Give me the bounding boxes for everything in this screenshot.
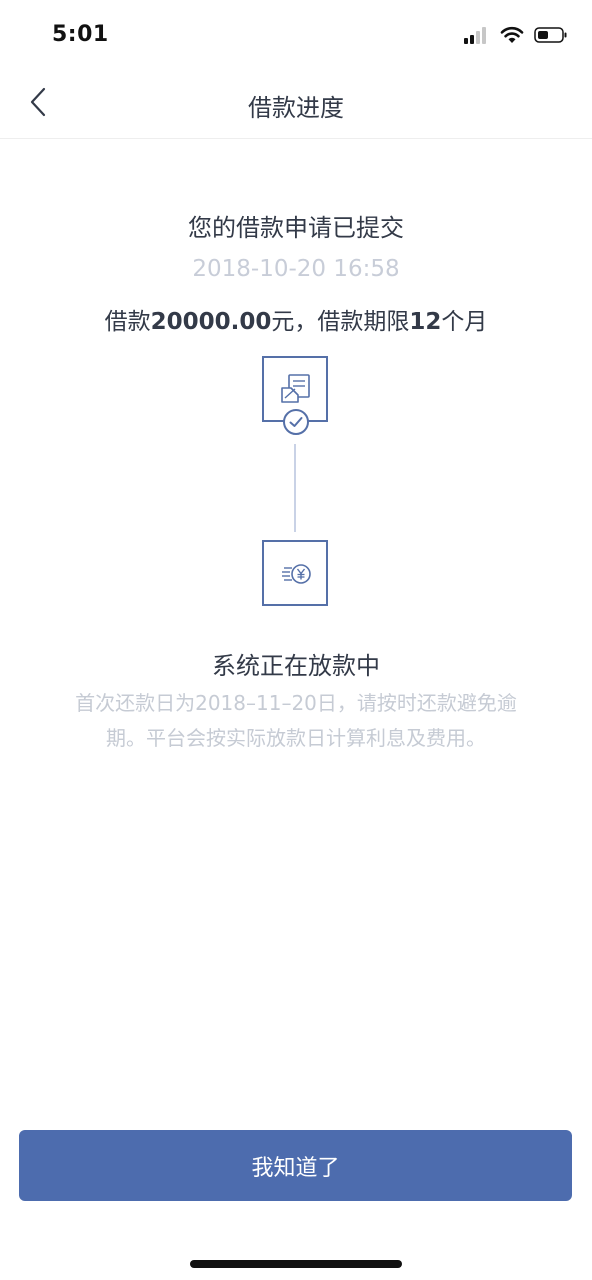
status-bar: 5:01 — [0, 0, 592, 70]
step-connector — [294, 444, 296, 532]
repayment-note: 首次还款日为2018–11–20日，请按时还款避免逾期。平台会按实际放款日计算利… — [75, 691, 517, 750]
home-indicator — [190, 1260, 402, 1268]
submission-timestamp: 2018-10-20 16:58 — [192, 256, 400, 282]
loan-summary-middle: 元，借款期限 — [271, 309, 410, 335]
status-time: 5:01 — [52, 22, 109, 47]
confirm-button[interactable]: 我知道了 — [19, 1130, 572, 1201]
loan-summary-suffix: 个月 — [441, 309, 488, 335]
loan-amount: 20000.00 — [150, 309, 272, 335]
step-disbursing — [262, 540, 328, 606]
cellular-signal-icon — [464, 26, 490, 48]
loan-summary: 借款20000.00元，借款期限12个月 — [0, 302, 592, 336]
nav-bar: 借款进度 — [0, 70, 592, 139]
check-circle-icon — [282, 408, 310, 436]
status-icons — [464, 26, 568, 48]
loan-summary-prefix: 借款 — [104, 309, 151, 335]
wifi-icon — [500, 26, 524, 48]
loan-term: 12 — [409, 309, 442, 335]
current-step-status: 系统正在放款中 — [212, 652, 380, 680]
battery-icon — [534, 26, 568, 48]
page-title: 借款进度 — [248, 94, 344, 122]
submission-headline: 您的借款申请已提交 — [188, 214, 404, 242]
